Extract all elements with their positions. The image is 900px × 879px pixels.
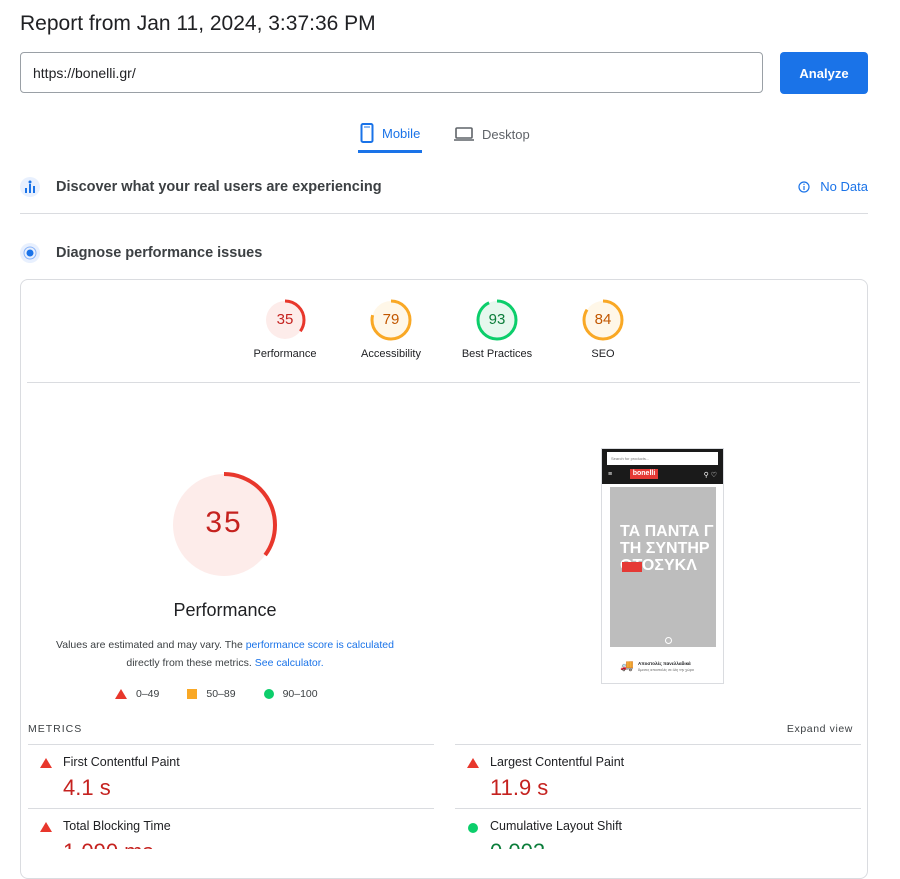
metric-value: 1,090 ms — [63, 839, 154, 849]
metric-cls: Cumulative Layout Shift 0.002 — [455, 808, 861, 849]
legend-label: 0–49 — [136, 688, 160, 700]
url-input[interactable] — [21, 53, 762, 92]
cart-icon: ⚲ ♡ — [703, 472, 717, 479]
metrics-label: METRICS — [28, 723, 83, 735]
no-data-label: No Data — [820, 179, 868, 194]
score-label: SEO — [591, 348, 615, 360]
performance-score: 35 — [205, 506, 243, 539]
field-data-title: Discover what your real users are experi… — [56, 179, 382, 195]
performance-title: Performance — [173, 600, 277, 620]
gauge: 93 — [475, 298, 519, 342]
score-value: 84 — [594, 311, 612, 328]
performance-big-gauge: 35 — [170, 471, 278, 579]
expand-view-button[interactable]: Expand view — [787, 723, 853, 735]
score-value: 35 — [276, 311, 294, 328]
triangle-icon — [115, 689, 127, 699]
score-legend: 0–49 50–89 90–100 — [115, 688, 346, 700]
gauge: 84 — [581, 298, 625, 342]
report-title: Report from Jan 11, 2024, 3:37:36 PM — [20, 12, 376, 35]
triangle-icon — [40, 758, 52, 768]
tab-desktop[interactable]: Desktop — [454, 116, 530, 152]
page-screenshot: Search for products... bonelli ≡ ⚲ ♡ ΤΑ … — [601, 448, 724, 684]
score-gauge-accessibility[interactable]: 79 Accessibility — [346, 298, 436, 360]
score-label: Performance — [253, 348, 317, 360]
hero-button — [622, 562, 642, 572]
legend-item-good: 90–100 — [263, 688, 318, 700]
menu-icon: ≡ — [608, 471, 613, 478]
lab-icon — [20, 243, 40, 263]
lab-data-header: Diagnose performance issues — [20, 241, 868, 265]
note-text-1: Values are estimated and may vary. The — [56, 639, 246, 651]
gauges-divider — [27, 382, 860, 383]
score-gauge-best-practices[interactable]: 93 Best Practices — [452, 298, 542, 360]
screenshot-logo: bonelli — [630, 469, 658, 479]
tab-mobile-label: Mobile — [382, 125, 421, 141]
field-data-header: Discover what your real users are experi… — [20, 175, 868, 199]
legend-label: 90–100 — [282, 688, 318, 700]
url-input-box[interactable] — [20, 52, 763, 93]
metric-lcp: Largest Contentful Paint 11.9 s — [455, 744, 861, 809]
legend-item-poor: 0–49 — [115, 688, 159, 700]
screenshot-hero: ΤΑ ΠΑΝΤΑ Γ ΤΗ ΣΥΝΤΗΡ ΟΤΟΣΥΚΛ — [610, 487, 716, 647]
score-gauge-seo[interactable]: 84 SEO — [558, 298, 648, 360]
screenshot-search: Search for products... — [607, 452, 718, 465]
metric-value: 11.9 s — [490, 775, 549, 800]
score-value: 79 — [382, 311, 400, 328]
see-calculator-link[interactable]: See calculator. — [255, 657, 324, 669]
score-label: Accessibility — [361, 348, 421, 360]
screenshot-header: Search for products... bonelli ≡ ⚲ ♡ — [602, 449, 723, 484]
metric-value: 0.002 — [490, 839, 545, 849]
metric-tbt: Total Blocking Time 1,090 ms — [28, 808, 434, 849]
metric-name: Largest Contentful Paint — [490, 755, 625, 769]
score-calculated-link[interactable]: performance score is calculated — [246, 639, 394, 651]
score-gauge-performance[interactable]: 35 Performance — [240, 298, 330, 360]
analyze-button[interactable]: Analyze — [780, 52, 868, 94]
legend-label: 50–89 — [206, 688, 236, 700]
performance-note: Values are estimated and may vary. The p… — [40, 636, 410, 672]
smartphone-icon — [360, 123, 374, 143]
gauge: 79 — [369, 298, 413, 342]
truck-icon: 🚚 — [620, 660, 634, 672]
score-label: Best Practices — [461, 348, 533, 360]
score-value: 93 — [488, 311, 506, 328]
note-text-2: directly from these metrics. — [126, 657, 255, 669]
lab-data-title: Diagnose performance issues — [56, 245, 263, 261]
metric-name: Cumulative Layout Shift — [490, 819, 623, 833]
triangle-icon — [40, 822, 52, 832]
triangle-icon — [467, 758, 479, 768]
hero-line: ΤΑ ΠΑΝΤΑ Γ — [620, 523, 714, 540]
no-data-link[interactable]: No Data — [798, 179, 868, 194]
gauge: 35 — [263, 298, 307, 342]
screenshot-footer-title: Αποστολές πανελλαδικά — [638, 661, 691, 666]
info-icon — [798, 180, 810, 193]
tab-desktop-label: Desktop — [482, 126, 530, 142]
metric-name: First Contentful Paint — [63, 755, 180, 769]
hero-line: ΤΗ ΣΥΝΤΗΡ — [620, 540, 710, 557]
tab-mobile[interactable]: Mobile — [358, 116, 423, 153]
metric-value: 4.1 s — [63, 775, 111, 800]
legend-item-average: 50–89 — [187, 688, 236, 700]
screenshot-footer-sub: Άμεσες αποστολές σε όλη την χώρα — [638, 668, 694, 672]
circle-icon — [263, 689, 274, 699]
circle-icon — [468, 823, 478, 833]
metric-fcp: First Contentful Paint 4.1 s — [28, 744, 434, 809]
metric-name: Total Blocking Time — [63, 819, 171, 833]
square-icon — [187, 689, 198, 699]
users-chart-icon — [20, 177, 40, 197]
section-divider — [20, 213, 868, 214]
laptop-icon — [454, 127, 474, 141]
slider-dot — [665, 637, 672, 644]
